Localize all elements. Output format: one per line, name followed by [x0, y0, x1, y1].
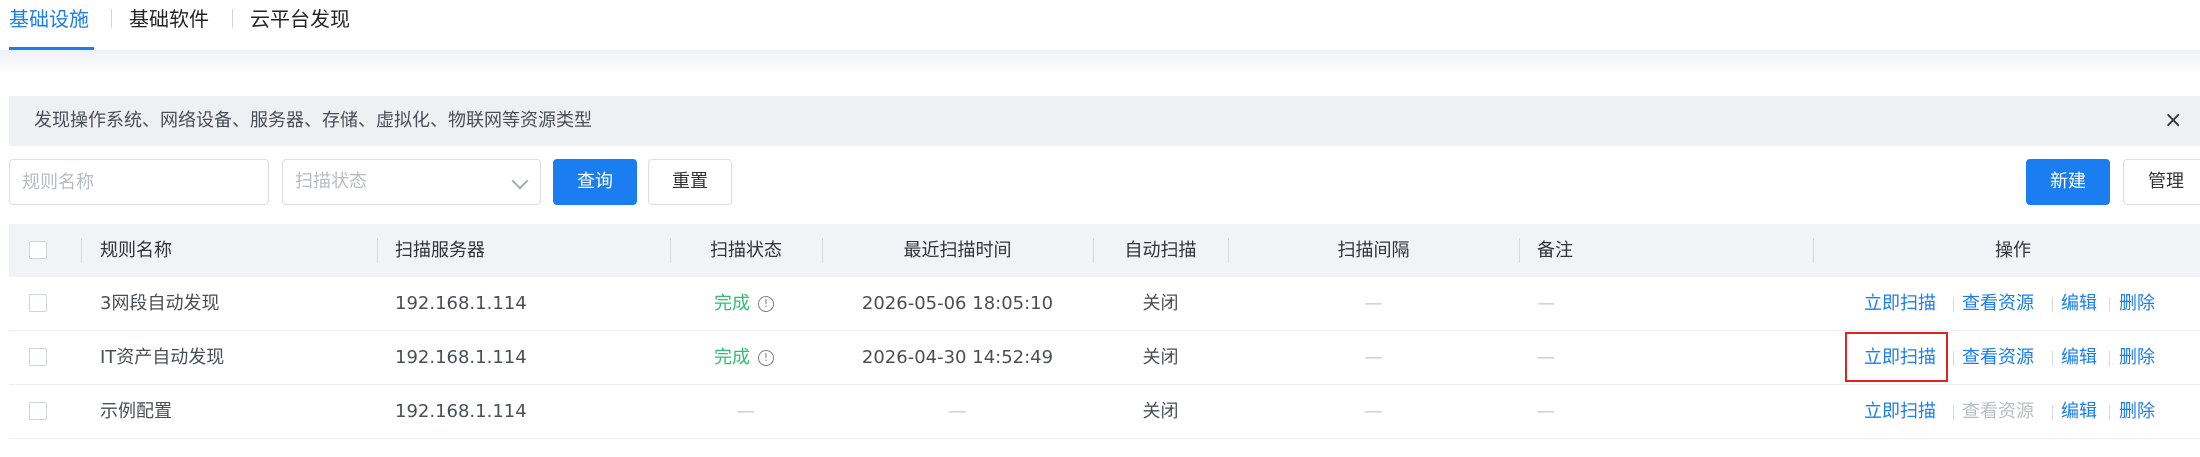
header-scan-server: 扫描服务器 [395, 240, 485, 261]
row-checkbox[interactable] [29, 348, 47, 366]
last-scan-time-cell: — [948, 401, 967, 422]
auto-scan-cell: 关闭 [1142, 293, 1179, 314]
header-scan-interval: 扫描间隔 [1337, 240, 1410, 261]
scan-interval-cell: — [1364, 401, 1383, 422]
edit-link[interactable]: 编辑 [2061, 277, 2097, 330]
manage-button[interactable]: 管理 [2123, 159, 2200, 205]
remark-cell: — [1537, 401, 1555, 422]
action-divider [1953, 405, 1954, 420]
tab-bar: 基础设施 基础软件 云平台发现 [0, 0, 2200, 50]
select-all-checkbox[interactable] [29, 241, 47, 259]
action-divider [2109, 351, 2110, 366]
info-icon[interactable]: ! [758, 350, 774, 366]
scan-server-cell: 192.168.1.114 [395, 293, 527, 314]
scan-status-select[interactable]: 扫描状态 [282, 159, 541, 205]
column-divider [377, 238, 378, 263]
header-actions: 操作 [1995, 240, 2031, 261]
column-divider [81, 238, 82, 263]
last-scan-time-cell: 2026-04-30 14:52:49 [861, 347, 1054, 368]
tab-basic-software[interactable]: 基础软件 [129, 4, 209, 34]
last-scan-time-cell: 2026-05-06 18:05:10 [861, 293, 1054, 314]
scan-now-link[interactable]: 立即扫描 [1864, 277, 1936, 330]
action-divider [2109, 297, 2110, 312]
status-text: 完成 [714, 293, 750, 314]
table-row: 示例配置 192.168.1.114 — — 关闭 — — 立即扫描 查看资源 … [9, 385, 2200, 439]
scan-status-cell: — [737, 401, 755, 422]
row-checkbox[interactable] [29, 294, 47, 312]
action-divider [2052, 297, 2053, 312]
table-header: 规则名称 扫描服务器 扫描状态 最近扫描时间 自动扫描 扫描间隔 备注 操作 [9, 224, 2200, 277]
view-resources-link-disabled: 查看资源 [1962, 401, 2034, 422]
scan-interval-cell: — [1364, 347, 1383, 368]
scan-status-cell: 完成! [714, 277, 774, 330]
tab-cloud-discovery[interactable]: 云平台发现 [250, 4, 350, 34]
edit-link[interactable]: 编辑 [2061, 385, 2097, 438]
header-remark: 备注 [1537, 240, 1573, 261]
remark-cell: — [1537, 347, 1555, 368]
tab-infrastructure[interactable]: 基础设施 [9, 4, 89, 34]
view-resources-link[interactable]: 查看资源 [1962, 331, 2034, 384]
column-divider [1519, 238, 1520, 263]
header-auto-scan: 自动扫描 [1124, 240, 1197, 261]
action-divider [2052, 405, 2053, 420]
rule-name-cell: 3网段自动发现 [100, 293, 220, 314]
action-divider [1953, 351, 1954, 366]
new-button[interactable]: 新建 [2026, 159, 2110, 205]
reset-button[interactable]: 重置 [648, 159, 732, 205]
remark-cell: — [1537, 293, 1555, 314]
info-banner: 发现操作系统、网络设备、服务器、存储、虚拟化、物联网等资源类型 × [9, 96, 2200, 146]
delete-link[interactable]: 删除 [2119, 385, 2155, 438]
close-icon[interactable]: × [2164, 96, 2182, 146]
header-rule-name: 规则名称 [100, 240, 172, 261]
action-divider [2109, 405, 2110, 420]
scan-server-cell: 192.168.1.114 [395, 347, 527, 368]
info-icon[interactable]: ! [758, 296, 774, 312]
scan-status-cell: 完成! [714, 331, 774, 384]
rule-name-input[interactable] [9, 159, 269, 205]
action-divider [2052, 351, 2053, 366]
scan-now-link[interactable]: 立即扫描 [1864, 385, 1936, 438]
edit-link[interactable]: 编辑 [2061, 331, 2097, 384]
tab-divider [111, 9, 112, 28]
tab-divider [232, 9, 233, 28]
auto-scan-cell: 关闭 [1142, 347, 1179, 368]
rule-name-cell: IT资产自动发现 [100, 347, 225, 368]
rule-name-cell: 示例配置 [100, 401, 172, 422]
scan-interval-cell: — [1364, 293, 1383, 314]
header-last-scan-time: 最近扫描时间 [903, 240, 1012, 261]
table-row: 3网段自动发现 192.168.1.114 完成! 2026-05-06 18:… [9, 277, 2200, 331]
banner-text: 发现操作系统、网络设备、服务器、存储、虚拟化、物联网等资源类型 [34, 110, 592, 131]
scan-status-placeholder: 扫描状态 [295, 171, 367, 192]
action-divider [1953, 297, 1954, 312]
header-scan-status: 扫描状态 [710, 240, 782, 261]
chevron-down-icon [511, 172, 529, 190]
delete-link[interactable]: 删除 [2119, 331, 2155, 384]
view-resources-link[interactable]: 查看资源 [1962, 277, 2034, 330]
query-button[interactable]: 查询 [553, 159, 637, 205]
highlight-box [1845, 332, 1948, 382]
status-text: 完成 [714, 347, 750, 368]
tab-shadow [0, 50, 2200, 74]
auto-scan-cell: 关闭 [1142, 401, 1179, 422]
scan-server-cell: 192.168.1.114 [395, 401, 527, 422]
row-checkbox[interactable] [29, 402, 47, 420]
delete-link[interactable]: 删除 [2119, 277, 2155, 330]
